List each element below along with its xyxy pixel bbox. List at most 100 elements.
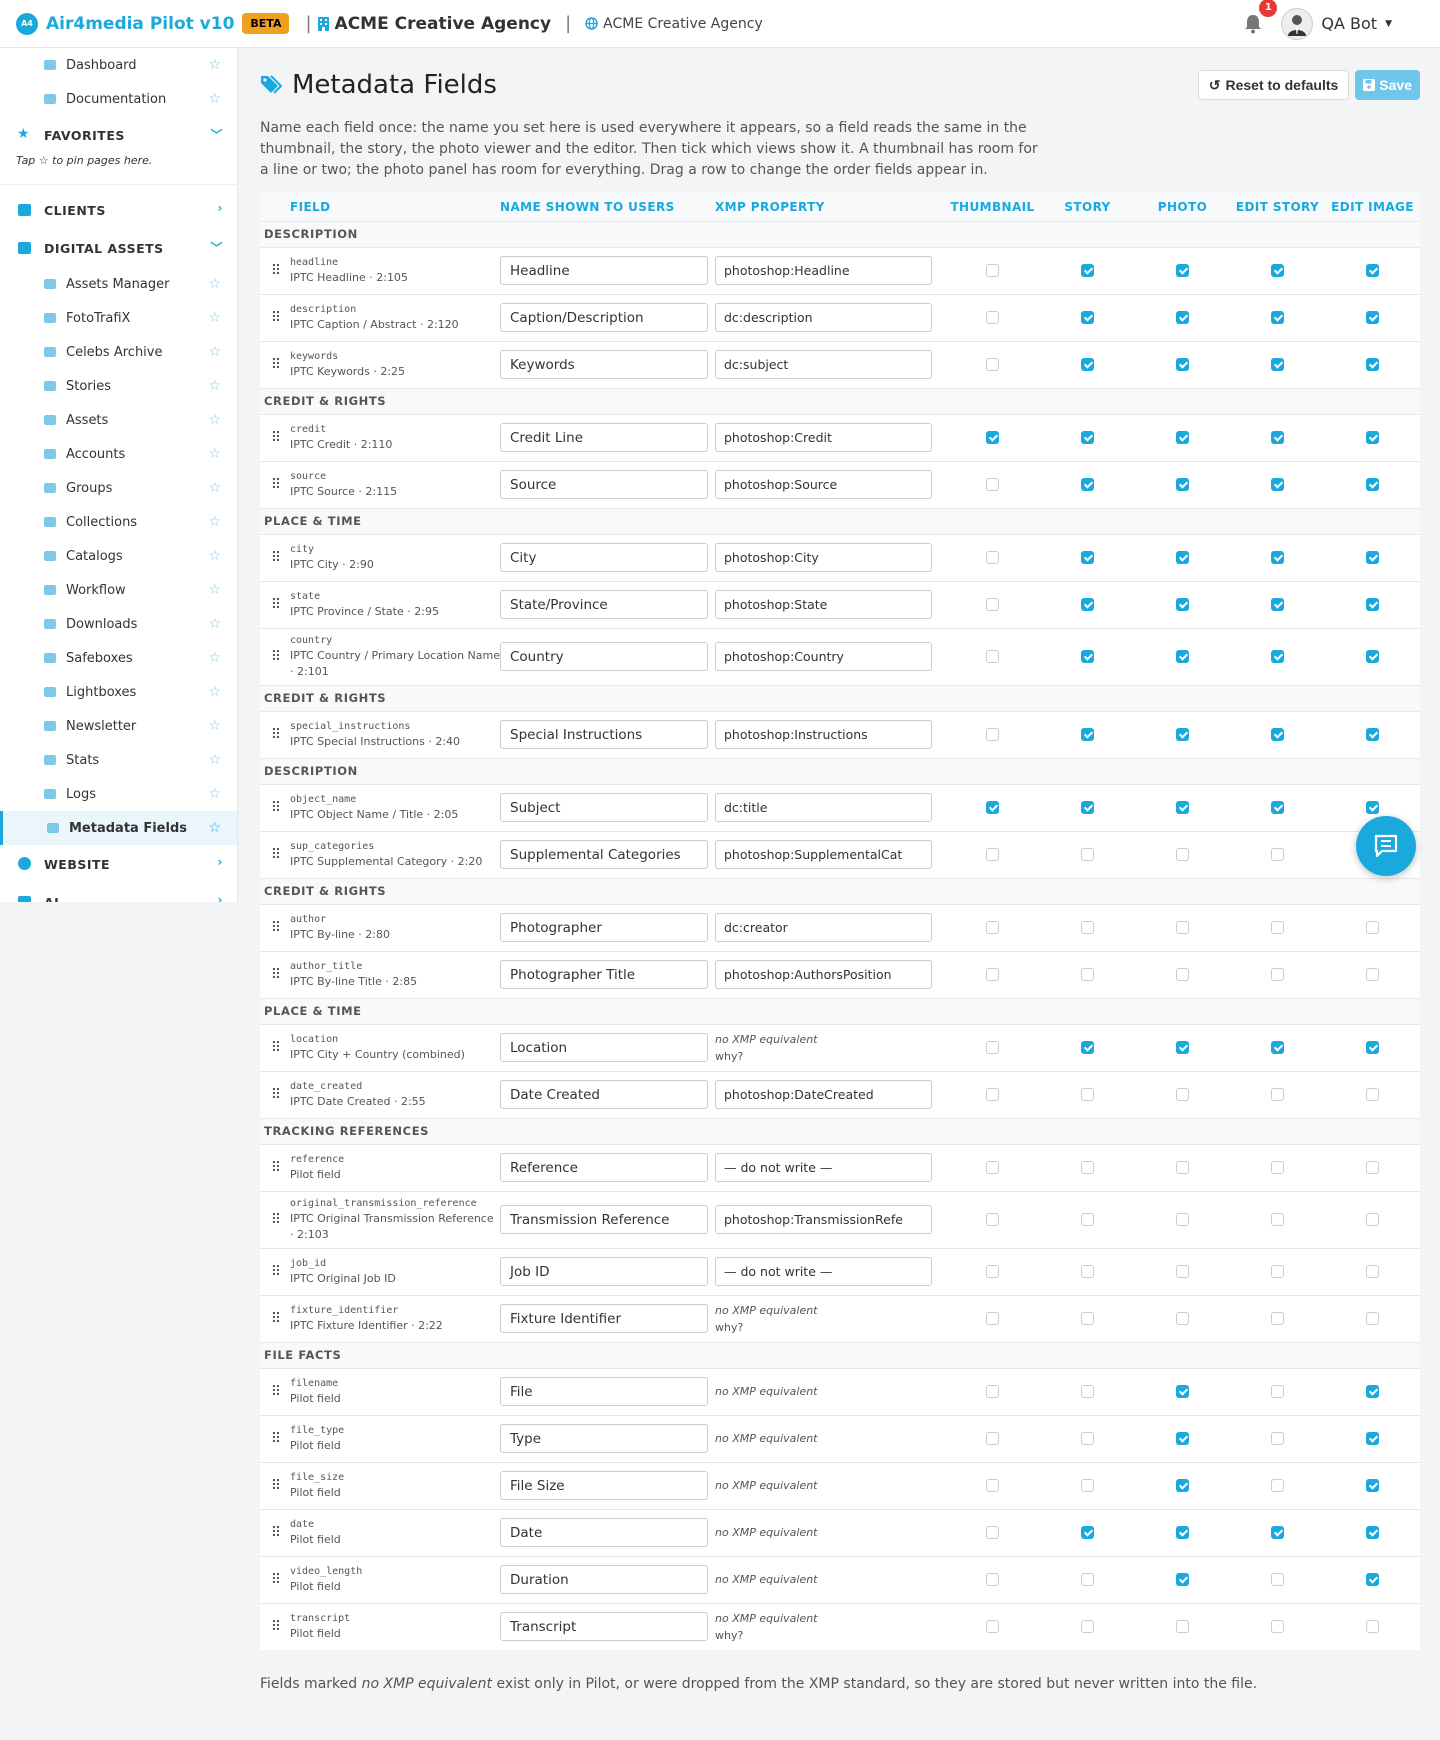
- edit-story-checkbox[interactable]: [1271, 801, 1284, 814]
- edit-image-checkbox[interactable]: [1366, 1620, 1379, 1634]
- table-row[interactable]: ⠿ description IPTC Caption / Abstract · 2:…: [260, 293, 1420, 341]
- edit-story-checkbox[interactable]: [1271, 431, 1284, 444]
- photo-checkbox[interactable]: [1176, 650, 1189, 663]
- thumbnail-checkbox[interactable]: [986, 1088, 999, 1101]
- edit-image-checkbox[interactable]: [1366, 1312, 1379, 1325]
- photo-checkbox[interactable]: [1176, 801, 1189, 814]
- edit-story-checkbox[interactable]: [1271, 1620, 1284, 1634]
- display-name-input[interactable]: State/Province: [500, 590, 708, 619]
- table-row[interactable]: ⠿ reference Pilot field Reference — do not w…: [260, 1143, 1420, 1191]
- star-icon[interactable]: ☆: [208, 548, 221, 564]
- drag-handle-icon[interactable]: ⠿: [260, 533, 290, 581]
- thumbnail-checkbox[interactable]: [986, 478, 999, 491]
- xmp-property-select[interactable]: — do not write —: [715, 1257, 932, 1286]
- display-name-input[interactable]: Credit Line: [500, 423, 708, 452]
- thumbnail-checkbox[interactable]: [986, 311, 999, 324]
- edit-story-checkbox[interactable]: [1271, 1312, 1284, 1325]
- table-row[interactable]: ⠿ date_created IPTC Date Created · 2:55 Dat…: [260, 1070, 1420, 1118]
- photo-checkbox[interactable]: [1176, 728, 1189, 741]
- edit-image-checkbox[interactable]: [1366, 431, 1379, 444]
- thumbnail-checkbox[interactable]: [986, 1620, 999, 1634]
- sidebar-item-catalogs[interactable]: Catalogs ☆: [0, 539, 237, 573]
- edit-story-checkbox[interactable]: [1271, 1161, 1284, 1174]
- drag-handle-icon[interactable]: ⠿: [260, 1367, 290, 1415]
- edit-image-checkbox[interactable]: [1366, 1573, 1379, 1586]
- sidebar-item-celebs-archive[interactable]: Celebs Archive ☆: [0, 335, 237, 369]
- edit-story-checkbox[interactable]: [1271, 650, 1284, 663]
- display-name-input[interactable]: Date: [500, 1518, 708, 1547]
- xmp-property-select[interactable]: dc:subject: [715, 350, 932, 379]
- photo-checkbox[interactable]: [1176, 1041, 1189, 1054]
- table-row[interactable]: ⠿ file_type Pilot field Type no XMP equivale…: [260, 1414, 1420, 1462]
- star-icon[interactable]: ☆: [208, 684, 221, 700]
- edit-story-checkbox[interactable]: [1271, 551, 1284, 564]
- chat-button[interactable]: [1356, 816, 1416, 876]
- story-checkbox[interactable]: [1081, 728, 1094, 741]
- edit-image-checkbox[interactable]: [1366, 650, 1379, 663]
- thumbnail-checkbox[interactable]: [986, 264, 999, 277]
- sidebar-item-dashboard[interactable]: Dashboard ☆: [0, 48, 237, 82]
- xmp-property-select[interactable]: photoshop:TransmissionRefe: [715, 1205, 932, 1234]
- star-icon[interactable]: ☆: [208, 582, 221, 598]
- edit-story-checkbox[interactable]: [1271, 1265, 1284, 1278]
- xmp-property-select[interactable]: photoshop:DateCreated: [715, 1080, 932, 1109]
- edit-image-checkbox[interactable]: [1366, 264, 1379, 277]
- xmp-property-select[interactable]: photoshop:Country: [715, 642, 932, 671]
- story-checkbox[interactable]: [1081, 801, 1094, 814]
- photo-checkbox[interactable]: [1176, 431, 1189, 444]
- thumbnail-checkbox[interactable]: [986, 1213, 999, 1226]
- story-checkbox[interactable]: [1081, 921, 1094, 934]
- thumbnail-checkbox[interactable]: [986, 1526, 999, 1539]
- story-checkbox[interactable]: [1081, 1526, 1094, 1539]
- photo-checkbox[interactable]: [1176, 1161, 1189, 1174]
- xmp-property-select[interactable]: photoshop:City: [715, 543, 932, 572]
- table-row[interactable]: ⠿ source IPTC Source · 2:115 Source photosho…: [260, 460, 1420, 508]
- drag-handle-icon[interactable]: ⠿: [260, 1508, 290, 1556]
- drag-handle-icon[interactable]: ⠿: [260, 1555, 290, 1603]
- thumbnail-checkbox[interactable]: [986, 1479, 999, 1492]
- edit-image-checkbox[interactable]: [1366, 1479, 1379, 1492]
- edit-image-checkbox[interactable]: [1366, 1526, 1379, 1539]
- story-checkbox[interactable]: [1081, 1161, 1094, 1174]
- edit-story-checkbox[interactable]: [1271, 968, 1284, 981]
- sidebar-item-fototrafix[interactable]: FotoTrafiX ☆: [0, 301, 237, 335]
- edit-story-checkbox[interactable]: [1271, 1385, 1284, 1398]
- star-icon[interactable]: ☆: [208, 786, 221, 802]
- table-row[interactable]: ⠿ location IPTC City + Country (combined) L…: [260, 1023, 1420, 1071]
- table-row[interactable]: ⠿ date Pilot field Date no XMP equivalent: [260, 1508, 1420, 1556]
- drag-handle-icon[interactable]: ⠿: [260, 1602, 290, 1650]
- drag-handle-icon[interactable]: ⠿: [260, 1414, 290, 1462]
- edit-story-checkbox[interactable]: [1271, 921, 1284, 934]
- display-name-input[interactable]: Location: [500, 1033, 708, 1062]
- edit-story-checkbox[interactable]: [1271, 478, 1284, 491]
- star-icon[interactable]: ☆: [208, 514, 221, 530]
- edit-image-checkbox[interactable]: [1366, 598, 1379, 611]
- photo-checkbox[interactable]: [1176, 264, 1189, 277]
- drag-handle-icon[interactable]: ⠿: [260, 627, 290, 685]
- photo-checkbox[interactable]: [1176, 1088, 1189, 1101]
- xmp-property-select[interactable]: dc:description: [715, 303, 932, 332]
- photo-checkbox[interactable]: [1176, 848, 1189, 861]
- edit-image-checkbox[interactable]: [1366, 551, 1379, 564]
- display-name-input[interactable]: Transcript: [500, 1612, 708, 1642]
- sidebar-item-documentation[interactable]: Documentation ☆: [0, 82, 237, 116]
- sidebar-item-metadata-fields[interactable]: Metadata Fields ☆: [0, 811, 237, 845]
- edit-story-checkbox[interactable]: [1271, 1573, 1284, 1586]
- sidebar-item-collections[interactable]: Collections ☆: [0, 505, 237, 539]
- photo-checkbox[interactable]: [1176, 1432, 1189, 1445]
- xmp-property-select[interactable]: photoshop:AuthorsPosition: [715, 960, 932, 989]
- thumbnail-checkbox[interactable]: [986, 1312, 999, 1325]
- thumbnail-checkbox[interactable]: [986, 848, 999, 861]
- drag-handle-icon[interactable]: ⠿: [260, 460, 290, 508]
- edit-image-checkbox[interactable]: [1366, 1088, 1379, 1101]
- photo-checkbox[interactable]: [1176, 1573, 1189, 1586]
- xmp-property-select[interactable]: dc:creator: [715, 913, 932, 942]
- drag-handle-icon[interactable]: ⠿: [260, 830, 290, 878]
- thumbnail-checkbox[interactable]: [986, 1432, 999, 1445]
- drag-handle-icon[interactable]: ⠿: [260, 1247, 290, 1295]
- thumbnail-checkbox[interactable]: [986, 431, 999, 444]
- edit-image-checkbox[interactable]: [1366, 1161, 1379, 1174]
- story-checkbox[interactable]: [1081, 968, 1094, 981]
- sidebar-section-clients[interactable]: CLIENTS ›: [0, 191, 237, 229]
- story-checkbox[interactable]: [1081, 1213, 1094, 1226]
